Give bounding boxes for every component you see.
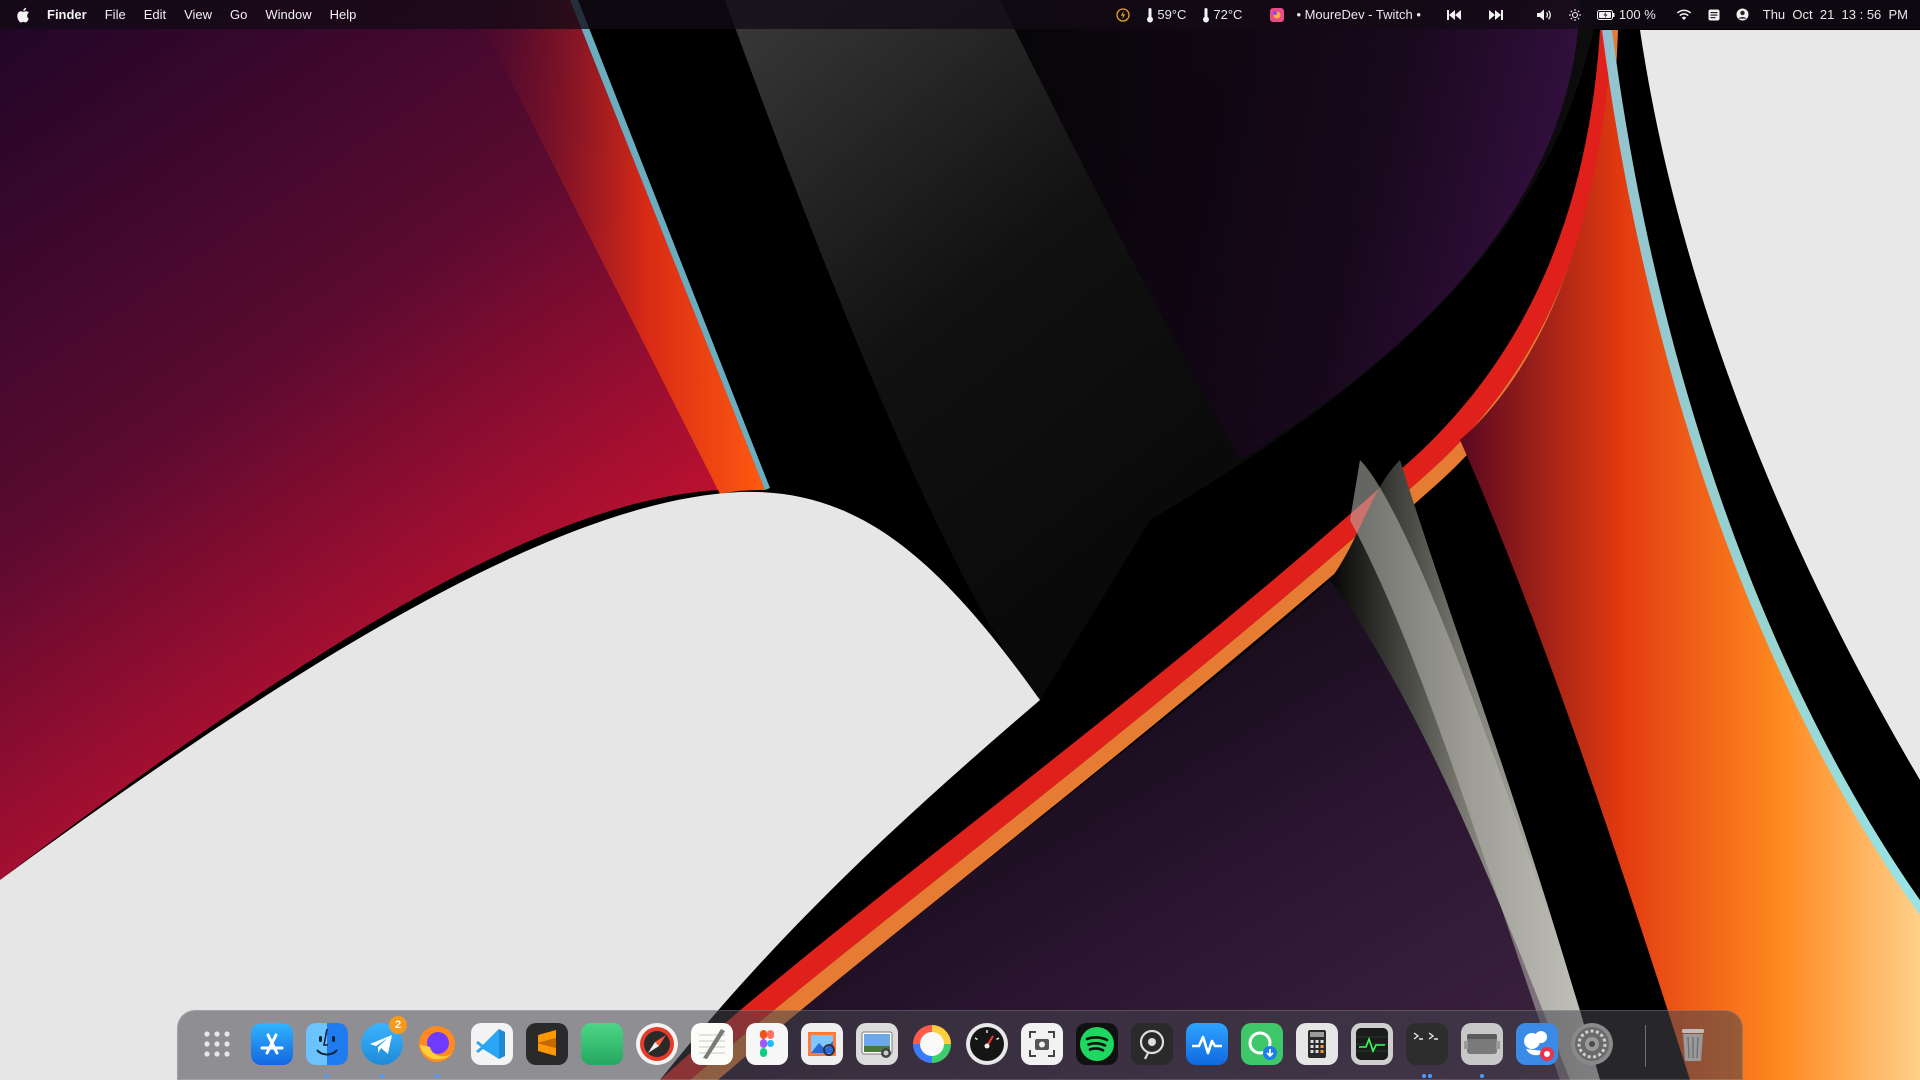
volume-icon[interactable] xyxy=(1529,0,1561,29)
running-indicator-window xyxy=(1480,1074,1484,1078)
dock-app-sublime[interactable] xyxy=(526,1023,568,1065)
dock-app-finder-window[interactable] xyxy=(1461,1023,1503,1065)
gpu-temperature: 72°C xyxy=(1213,7,1243,22)
dock-app-figma[interactable] xyxy=(746,1023,788,1065)
activity-monitor-icon xyxy=(1356,1028,1388,1060)
image-viewer-icon xyxy=(861,1031,893,1058)
app-store-icon xyxy=(260,1033,284,1055)
download-icon xyxy=(1248,1031,1277,1060)
next-track-icon[interactable] xyxy=(1475,0,1529,29)
battery-percentage[interactable]: 100 % xyxy=(1619,7,1668,22)
dock: 2 xyxy=(177,1010,1743,1080)
dock-app-image-viewer[interactable] xyxy=(856,1023,898,1065)
clock-datetime[interactable]: Thu Oct 21 13 : 56 PM xyxy=(1757,7,1908,22)
calculator-icon xyxy=(1308,1030,1326,1058)
trash-icon xyxy=(1682,1029,1704,1061)
user-account-icon[interactable] xyxy=(1728,0,1757,29)
running-indicator-finder xyxy=(325,1074,329,1078)
dock-app-system-preferences[interactable] xyxy=(1571,1023,1613,1065)
dock-app-compass[interactable] xyxy=(636,1023,678,1065)
menu-help[interactable]: Help xyxy=(321,0,366,29)
dock-app-podcast[interactable] xyxy=(1131,1023,1173,1065)
wifi-icon[interactable] xyxy=(1668,0,1700,29)
lightning-icon[interactable] xyxy=(1108,0,1138,29)
dock-app-terminal[interactable] xyxy=(1406,1023,1448,1065)
finder-icon xyxy=(316,1028,338,1056)
dock-app-downloader[interactable] xyxy=(1241,1023,1283,1065)
dock-app-activity[interactable] xyxy=(1186,1023,1228,1065)
figma-icon xyxy=(760,1030,774,1057)
window-icon xyxy=(1464,1034,1500,1054)
sublime-icon xyxy=(538,1030,556,1056)
textedit-icon xyxy=(699,1029,725,1059)
control-center-icon[interactable] xyxy=(1700,0,1728,29)
previous-track-icon[interactable] xyxy=(1433,0,1475,29)
firefox-icon xyxy=(419,1026,455,1062)
dock-app-vscode[interactable] xyxy=(471,1023,513,1065)
dock-app-spotify[interactable] xyxy=(1076,1023,1118,1065)
brightness-icon[interactable] xyxy=(1561,0,1589,29)
battery-icon[interactable] xyxy=(1589,0,1619,29)
spotify-icon xyxy=(1080,1027,1114,1061)
dock-app-firefox[interactable] xyxy=(416,1023,458,1065)
menu-file[interactable]: File xyxy=(96,0,135,29)
menu-bar-status: 59°C 72°C • MoureDev - Twitch • 100 % Th… xyxy=(1108,0,1908,29)
dock-app-gimp[interactable] xyxy=(1516,1023,1558,1065)
dock-app-green-app[interactable] xyxy=(581,1023,623,1065)
menu-window[interactable]: Window xyxy=(256,0,320,29)
wallpaper xyxy=(0,0,1920,1080)
desktop: Finder File Edit View Go Window Help 59°… xyxy=(0,0,1920,1080)
green-app-icon xyxy=(581,1023,623,1065)
screenshot-icon xyxy=(1029,1031,1055,1057)
now-playing-title[interactable]: • MoureDev - Twitch • xyxy=(1292,7,1432,22)
menu-go[interactable]: Go xyxy=(221,0,256,29)
menu-bar: Finder File Edit View Go Window Help 59°… xyxy=(0,0,1920,29)
compass-icon xyxy=(640,1027,674,1061)
dock-separator xyxy=(1645,1025,1646,1067)
running-indicator-terminal-1 xyxy=(1422,1074,1426,1078)
dock-app-activity-monitor[interactable] xyxy=(1351,1023,1393,1065)
dock-app-screenshot[interactable] xyxy=(1021,1023,1063,1065)
dock-app-textedit[interactable] xyxy=(691,1023,733,1065)
dock-app-color-picker[interactable] xyxy=(911,1023,953,1065)
color-wheel-icon xyxy=(913,1025,951,1063)
menu-bar-left: Finder File Edit View Go Window Help xyxy=(8,0,365,29)
running-indicator-telegram xyxy=(380,1074,384,1078)
terminal-icon xyxy=(1413,1032,1438,1040)
menu-app-name[interactable]: Finder xyxy=(38,0,96,29)
telegram-unread-badge: 2 xyxy=(389,1016,407,1034)
gimp-icon xyxy=(1524,1031,1554,1061)
dock-app-disk-diag[interactable] xyxy=(966,1023,1008,1065)
thermometer-gpu-icon[interactable] xyxy=(1194,0,1213,29)
menu-view[interactable]: View xyxy=(175,0,221,29)
activity-icon xyxy=(1192,1035,1222,1055)
music-app-icon[interactable] xyxy=(1262,0,1292,29)
dock-app-app-store[interactable] xyxy=(251,1023,293,1065)
menu-edit[interactable]: Edit xyxy=(135,0,175,29)
launchpad-icon xyxy=(204,1031,230,1057)
preview-icon xyxy=(808,1032,836,1056)
dock-trash[interactable] xyxy=(1672,1023,1714,1065)
dock-app-preview[interactable] xyxy=(801,1023,843,1065)
thermometer-cpu-icon[interactable] xyxy=(1138,0,1157,29)
cpu-temperature: 59°C xyxy=(1157,7,1187,22)
vscode-icon xyxy=(476,1029,505,1059)
running-indicator-firefox xyxy=(435,1074,439,1078)
podcast-icon xyxy=(1139,1029,1165,1060)
settings-icon xyxy=(1575,1027,1609,1061)
running-indicator-terminal-2 xyxy=(1428,1074,1432,1078)
dock-app-launchpad[interactable] xyxy=(196,1023,238,1065)
dock-app-calculator[interactable] xyxy=(1296,1023,1338,1065)
dock-app-finder[interactable] xyxy=(306,1023,348,1065)
gauge-icon xyxy=(970,1027,1004,1061)
apple-menu-icon[interactable] xyxy=(8,0,38,29)
